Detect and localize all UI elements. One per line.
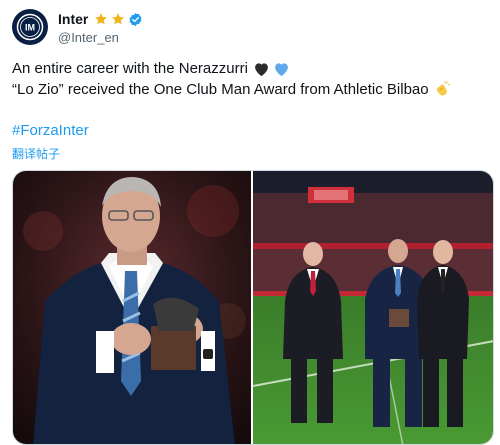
media-grid xyxy=(12,170,494,445)
photo-man-holding-award-image xyxy=(13,171,251,444)
blue-heart-icon xyxy=(275,62,288,76)
black-heart-icon xyxy=(255,62,268,76)
verified-icon xyxy=(129,12,142,26)
star-icon xyxy=(112,13,125,25)
tweet-header: IM Inter @Inter_en xyxy=(12,9,143,45)
star-icon xyxy=(95,13,108,25)
photo-three-men-on-pitch[interactable] xyxy=(253,171,493,444)
tweet-text: An entire career with the Nerazzurri “Lo… xyxy=(12,58,488,100)
tweet-line-2-text: “Lo Zio” received the One Club Man Award… xyxy=(12,81,429,98)
translate-post-link[interactable]: 翻译帖子 xyxy=(12,145,60,162)
photo-three-men-on-pitch-image xyxy=(253,171,493,444)
tweet-line-1-text: An entire career with the Nerazzurri xyxy=(12,60,248,77)
svg-text:IM: IM xyxy=(25,23,35,33)
photo-man-holding-award[interactable] xyxy=(13,171,251,444)
tweet-line-2: “Lo Zio” received the One Club Man Award… xyxy=(12,79,488,100)
display-name[interactable]: Inter xyxy=(58,11,88,27)
inter-logo-icon: IM xyxy=(16,13,44,41)
tweet-line-1: An entire career with the Nerazzurri xyxy=(12,58,488,79)
tweet: IM Inter @Inter_en An entire career with… xyxy=(0,0,500,445)
hashtag-link[interactable]: #ForzaInter xyxy=(12,122,89,139)
name-row: Inter xyxy=(58,11,143,27)
account-names: Inter @Inter_en xyxy=(58,11,143,45)
avatar[interactable]: IM xyxy=(12,9,48,45)
handle[interactable]: @Inter_en xyxy=(58,30,143,45)
clapping-hands-icon xyxy=(436,80,450,95)
